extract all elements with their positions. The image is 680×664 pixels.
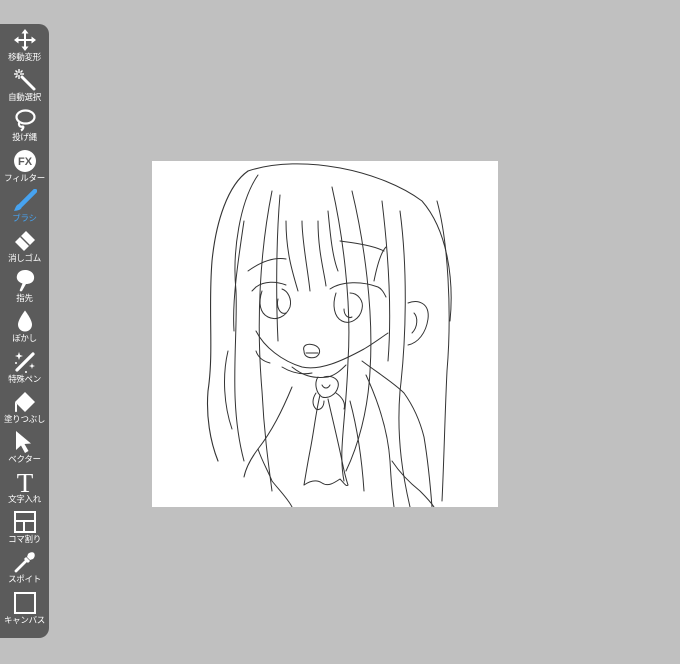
tool-label: コマ割り: [8, 535, 41, 546]
drawing-canvas[interactable]: [152, 161, 498, 507]
tool-canvas[interactable]: キャンバス: [0, 591, 49, 631]
text-icon-glyph: T: [16, 470, 33, 494]
brush-icon: [13, 188, 37, 211]
tool-smudge[interactable]: 指先: [0, 269, 49, 309]
eraser-icon: [14, 230, 35, 251]
tool-vector[interactable]: ベクター: [0, 430, 49, 470]
tool-label: 塗りつぶし: [3, 414, 46, 425]
tool-label: 指先: [16, 294, 33, 305]
tool-label: 特殊ペン: [8, 374, 41, 385]
fill-bucket-icon: [14, 391, 35, 412]
tool-brush[interactable]: ブラシ: [0, 188, 49, 229]
sketch-drawing: [206, 163, 452, 507]
fx-icon: FX: [13, 149, 36, 172]
tool-label: 自動選択: [8, 93, 41, 104]
tool-label: ぼかし: [12, 334, 37, 345]
blur-icon: [17, 310, 32, 332]
tool-auto-select[interactable]: 自動選択: [0, 68, 49, 108]
tool-lasso[interactable]: 投げ縄: [0, 108, 49, 148]
tool-fill[interactable]: 塗りつぶし: [0, 390, 49, 430]
tool-filter[interactable]: FX フィルター: [0, 149, 49, 189]
text-icon: T: [16, 470, 33, 494]
tool-label: 投げ縄: [12, 133, 37, 144]
tool-eyedropper[interactable]: スポイト: [0, 550, 49, 590]
canvas-icon: [13, 591, 36, 614]
eyedropper-icon: [14, 552, 35, 573]
tool-label: ブラシ: [12, 213, 37, 224]
tool-label: 文字入れ: [8, 495, 41, 506]
tool-label: ベクター: [8, 454, 41, 465]
tool-special-pen[interactable]: 特殊ペン: [0, 350, 49, 390]
tool-eraser[interactable]: 消しゴム: [0, 229, 49, 269]
tool-text[interactable]: T 文字入れ: [0, 470, 49, 510]
smudge-icon: [16, 270, 34, 292]
tool-sidebar: 移動変形 自動選択 投げ縄 FX フィルター ブラシ 消しゴム 指先 ぼかし 特…: [0, 24, 49, 638]
tool-label: 消しゴム: [8, 253, 41, 264]
frame-divider-icon: [13, 511, 36, 534]
tool-label: スポイト: [8, 575, 41, 586]
magic-wand-icon: [13, 69, 35, 91]
tool-label: キャンバス: [3, 615, 45, 626]
move-icon: [13, 29, 36, 51]
vector-cursor-icon: [15, 430, 31, 453]
tool-label: フィルター: [4, 173, 45, 184]
tool-label: 移動変形: [8, 53, 41, 63]
fx-icon-text: FX: [17, 156, 32, 168]
special-pen-icon: [14, 351, 35, 373]
lasso-icon: [14, 109, 36, 132]
tool-frame-divider[interactable]: コマ割り: [0, 510, 49, 550]
tool-blur[interactable]: ぼかし: [0, 309, 49, 349]
tool-move-transform[interactable]: 移動変形: [0, 28, 49, 68]
